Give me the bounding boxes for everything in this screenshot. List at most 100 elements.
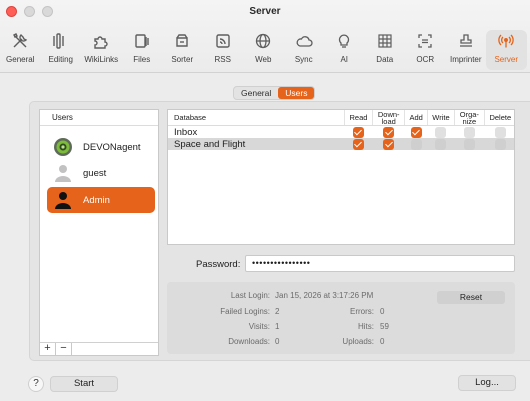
organize-checkbox[interactable]	[463, 138, 475, 150]
titlebar: Server General Editing WikiLinks Files S…	[0, 0, 530, 73]
delete-checkbox[interactable]	[494, 126, 506, 138]
toolbar-rss[interactable]: RSS	[203, 30, 244, 70]
write-checkbox[interactable]	[435, 126, 447, 138]
uploads-value: 0	[380, 337, 385, 346]
lightbulb-icon	[333, 31, 355, 51]
toolbar-web[interactable]: Web	[243, 30, 284, 70]
delete-checkbox[interactable]	[494, 138, 506, 150]
log-button[interactable]: Log...	[458, 375, 516, 391]
col-download[interactable]: Down- load	[372, 110, 406, 126]
read-checkbox[interactable]	[352, 126, 364, 138]
user-name: DEVONagent	[83, 141, 141, 153]
editing-icon	[50, 31, 72, 51]
toolbar-editing[interactable]: Editing	[41, 30, 82, 70]
read-checkbox[interactable]	[352, 138, 364, 150]
toolbar-files[interactable]: Files	[122, 30, 163, 70]
cloud-icon	[293, 31, 315, 51]
toolbar-general[interactable]: General	[0, 30, 41, 70]
toolbar-rss-label: RSS	[214, 55, 231, 64]
hits-label: Hits:	[358, 322, 374, 331]
start-button[interactable]: Start	[50, 376, 118, 392]
table-row[interactable]: Inbox	[168, 126, 514, 139]
globe-icon	[252, 31, 274, 51]
server-settings-window: Server General Editing WikiLinks Files S…	[0, 0, 530, 401]
users-header: Users	[40, 110, 158, 126]
col-organize[interactable]: Orga- nize	[454, 110, 485, 126]
reset-button[interactable]: Reset	[437, 291, 505, 304]
errors-label: Errors:	[350, 307, 374, 316]
add-checkbox[interactable]	[410, 138, 422, 150]
tab-control: General Users	[233, 86, 316, 100]
toolbar-sorter-label: Sorter	[171, 55, 194, 64]
user-name: Admin	[83, 194, 110, 206]
col-write[interactable]: Write	[427, 110, 456, 126]
col-delete[interactable]: Delete	[484, 110, 514, 126]
toolbar-sync[interactable]: Sync	[284, 30, 325, 70]
toolbar-files-label: Files	[133, 55, 151, 64]
rss-icon	[212, 31, 234, 51]
remove-user-button[interactable]: −	[56, 343, 72, 355]
failed-logins-label: Failed Logins:	[220, 307, 270, 316]
window-title: Server	[249, 6, 281, 17]
toolbar-general-label: General	[6, 55, 35, 64]
user-silhouette-icon	[55, 165, 71, 182]
toolbar-sorter[interactable]: Sorter	[162, 30, 203, 70]
tab-general[interactable]: General	[234, 87, 278, 99]
toolbar-ocr[interactable]: OCR	[405, 30, 446, 70]
toolbar-server[interactable]: Server	[486, 30, 527, 70]
add-user-button[interactable]: +	[40, 343, 56, 355]
toolbar-data[interactable]: Data	[365, 30, 406, 70]
visits-label: Visits:	[248, 322, 270, 331]
col-add[interactable]: Add	[404, 110, 428, 126]
toolbar-ai[interactable]: AI	[324, 30, 365, 70]
toolbar-editing-label: Editing	[48, 55, 73, 64]
downloads-value: 0	[275, 337, 280, 346]
help-button[interactable]: ?	[28, 376, 44, 392]
tab-users[interactable]: Users	[278, 87, 315, 99]
table-icon	[374, 31, 396, 51]
database-name: Space and Flight	[168, 138, 345, 150]
database-name: Inbox	[174, 126, 198, 138]
table-row[interactable]: Space and Flight	[168, 138, 514, 150]
stamp-icon	[455, 31, 477, 51]
write-checkbox[interactable]	[435, 138, 447, 150]
user-row-guest[interactable]: guest	[47, 160, 155, 186]
toolbar-ai-label: AI	[340, 55, 349, 64]
col-read[interactable]: Read	[344, 110, 373, 126]
uploads-label: Uploads:	[342, 337, 374, 346]
organize-checkbox[interactable]	[463, 126, 475, 138]
password-label: Password:	[196, 259, 241, 270]
toolbar-wikilinks-label: WikiLinks	[84, 55, 119, 64]
users-footer: + −	[40, 342, 158, 355]
add-checkbox[interactable]	[410, 126, 422, 138]
sorter-icon	[171, 31, 193, 51]
broadcast-icon	[495, 31, 517, 51]
errors-value: 0	[380, 307, 385, 316]
last-login-value: Jan 15, 2026 at 3:17:26 PM	[275, 291, 374, 300]
last-login-label: Last Login:	[230, 291, 270, 300]
tools-icon	[9, 31, 31, 51]
preferences-toolbar: General Editing WikiLinks Files Sorter R…	[0, 30, 530, 70]
toolbar-wikilinks[interactable]: WikiLinks	[81, 30, 122, 70]
toolbar-data-label: Data	[376, 55, 394, 64]
download-checkbox[interactable]	[383, 126, 395, 138]
devonagent-icon	[54, 138, 72, 156]
col-database[interactable]: Database	[168, 110, 345, 126]
toolbar-web-label: Web	[255, 55, 272, 64]
puzzle-icon	[90, 31, 112, 51]
visits-value: 1	[275, 322, 280, 331]
files-icon	[131, 31, 153, 51]
password-field[interactable]: ••••••••••••••••	[245, 255, 515, 272]
toolbar-ocr-label: OCR	[416, 55, 435, 64]
toolbar-sync-label: Sync	[294, 55, 313, 64]
users-list: Users DEVONagent guest Admin + −	[39, 109, 159, 356]
downloads-label: Downloads:	[228, 337, 270, 346]
user-row-devonagent[interactable]: DEVONagent	[47, 134, 155, 160]
user-name: guest	[83, 167, 107, 179]
hits-value: 59	[380, 322, 389, 331]
download-checkbox[interactable]	[383, 138, 395, 150]
user-row-admin[interactable]: Admin	[47, 187, 155, 213]
toolbar-imprinter[interactable]: Imprinter	[446, 30, 487, 70]
failed-logins-value: 2	[275, 307, 280, 316]
database-permissions-table: Database Read Down- load Add Write Orga-…	[167, 109, 515, 245]
